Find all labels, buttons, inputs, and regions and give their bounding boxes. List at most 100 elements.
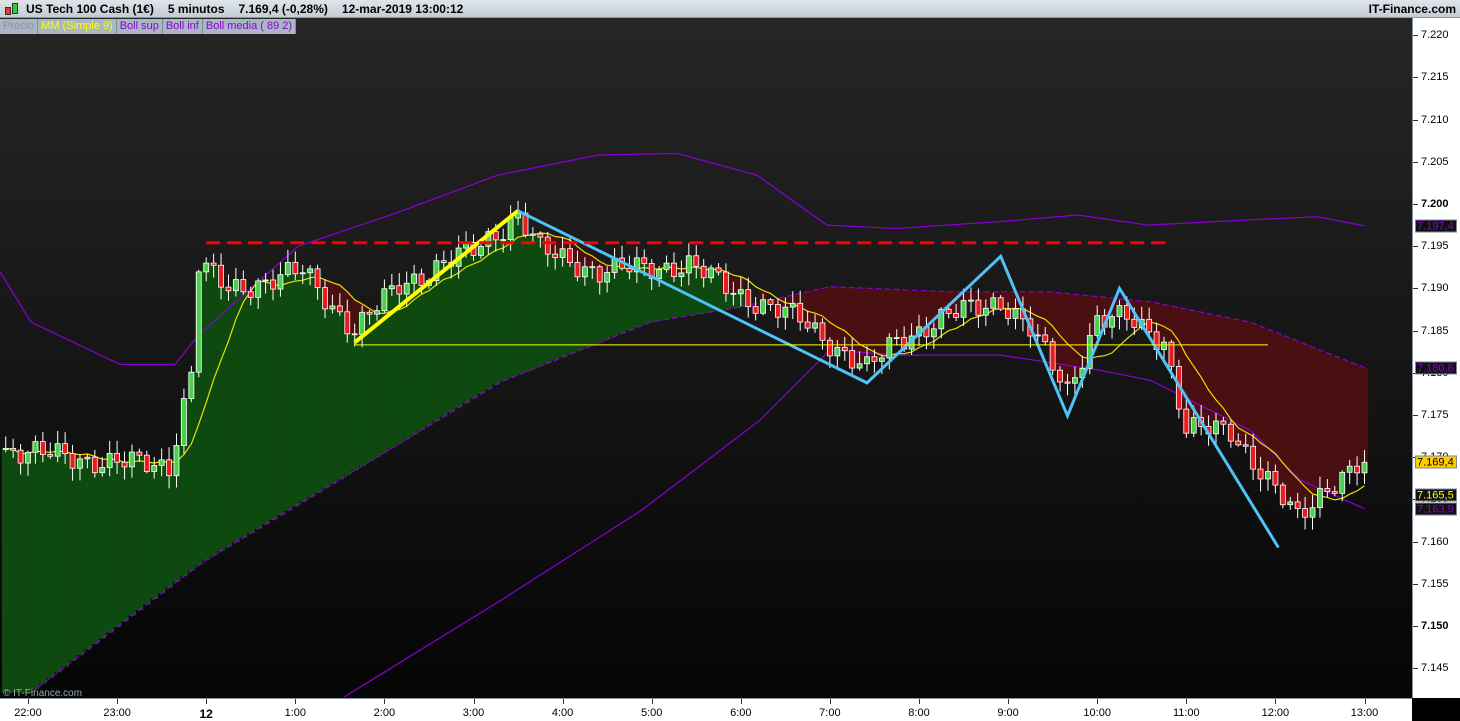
candle-body — [946, 309, 951, 313]
x-tick-label: 12 — [200, 707, 213, 721]
trend-fill-segment — [351, 335, 359, 471]
candle-body — [1095, 316, 1100, 336]
y-tick-mark — [1413, 542, 1418, 543]
y-tick-mark — [1413, 204, 1418, 205]
trend-fill-segment — [492, 240, 500, 385]
trend-fill-segment — [2, 448, 10, 692]
candle-body — [181, 399, 186, 446]
candle-body — [144, 455, 149, 471]
candle-body — [775, 304, 780, 317]
trend-fill-segment — [329, 306, 337, 484]
trend-fill-segment — [1272, 332, 1280, 485]
trend-fill-segment — [470, 255, 478, 398]
legend-item[interactable]: Boll sup — [117, 19, 163, 34]
candle-body — [404, 283, 409, 294]
x-tick-label: 11:00 — [1173, 707, 1200, 719]
x-tick-label: 3:00 — [463, 707, 484, 719]
candle-body — [345, 312, 350, 334]
y-tick-mark — [1413, 120, 1418, 121]
trend-fill-segment — [69, 468, 77, 661]
x-tick-label: 9:00 — [997, 707, 1018, 719]
candle-body — [1147, 319, 1152, 332]
candle-body — [738, 290, 743, 294]
trend-fill-segment — [373, 311, 381, 457]
trend-fill-segment — [447, 266, 455, 412]
candle-body — [330, 306, 335, 309]
candle-body — [998, 298, 1003, 309]
trend-fill-segment — [1361, 368, 1369, 463]
candle-body — [107, 453, 112, 467]
trend-fill-segment — [1324, 353, 1332, 492]
candle-body — [783, 307, 788, 317]
x-tick-mark — [741, 699, 742, 704]
trend-fill-segment — [91, 473, 99, 644]
candle-body — [671, 263, 676, 276]
candle-body — [1013, 309, 1018, 319]
candle-body — [122, 462, 127, 467]
x-tick-label: 2:00 — [374, 707, 395, 719]
trend-fill-segment — [834, 287, 842, 347]
candle-body — [1184, 409, 1189, 433]
candle-body — [627, 268, 632, 272]
candle-body — [115, 453, 120, 462]
candle-body — [478, 246, 483, 255]
candle-body — [441, 261, 446, 263]
candle-body — [11, 448, 16, 450]
candle-body — [1191, 418, 1196, 434]
price-axis[interactable]: 7.2207.2157.2107.2057.2007.1957.1907.185… — [1412, 18, 1460, 698]
candle-body — [1117, 306, 1122, 317]
candle-body — [530, 234, 535, 235]
candle-body — [968, 300, 973, 301]
trend-fill-segment — [247, 297, 255, 533]
trend-fill-segment — [886, 289, 894, 337]
legend-item[interactable]: Boll media ( 89 2) — [203, 19, 296, 34]
time-axis[interactable]: 22:0023:00121:002:003:004:005:006:007:00… — [0, 698, 1412, 721]
y-tick-label: 7.210 — [1421, 114, 1449, 126]
price-tag: 7.163,9 — [1415, 502, 1457, 515]
x-tick-label: 1:00 — [285, 707, 306, 719]
candle-body — [887, 338, 892, 358]
candle-body — [1251, 446, 1256, 469]
trend-fill-segment — [715, 272, 723, 311]
trend-fill-segment — [395, 294, 403, 443]
candle-body — [1325, 489, 1330, 492]
candle-body — [827, 340, 832, 356]
candle-body — [419, 274, 424, 285]
y-tick-label: 7.175 — [1421, 409, 1449, 421]
trend-fill-segment — [32, 442, 40, 690]
candle-body — [694, 256, 699, 267]
trend-fill-segment — [9, 450, 17, 693]
trend-fill-segment — [1071, 294, 1079, 377]
x-tick-mark — [1365, 699, 1366, 704]
trend-fill-segment — [366, 314, 374, 461]
trend-fill-segment — [343, 334, 351, 475]
legend-item[interactable]: MM (Simple 9) — [38, 19, 117, 34]
candle-body — [271, 280, 276, 289]
candle-body — [18, 450, 23, 463]
candle-body — [63, 444, 68, 454]
trend-fill-segment — [39, 454, 47, 683]
candle-body — [226, 287, 231, 291]
legend-item[interactable]: Boll inf — [163, 19, 203, 34]
candle-body — [40, 442, 45, 455]
candle-body — [657, 269, 662, 278]
x-tick-mark — [919, 699, 920, 704]
candle — [196, 270, 201, 377]
candle-body — [1221, 421, 1226, 424]
trend-fill-segment — [284, 262, 292, 510]
legend-item[interactable]: Precio — [0, 19, 38, 34]
price-chart[interactable] — [0, 0, 1412, 720]
y-tick-mark — [1413, 246, 1418, 247]
y-tick-mark — [1413, 626, 1418, 627]
y-tick-label: 7.205 — [1421, 156, 1449, 168]
trend-fill-segment — [544, 254, 552, 363]
candle-body — [323, 288, 328, 309]
y-tick-mark — [1413, 668, 1418, 669]
candle-body — [389, 286, 394, 289]
candle-body — [597, 267, 602, 282]
candle-body — [1035, 335, 1040, 336]
price-tag: 7.180,6 — [1415, 361, 1457, 374]
y-tick-label: 7.145 — [1421, 662, 1449, 674]
candle-body — [374, 311, 379, 314]
y-tick-mark — [1413, 584, 1418, 585]
